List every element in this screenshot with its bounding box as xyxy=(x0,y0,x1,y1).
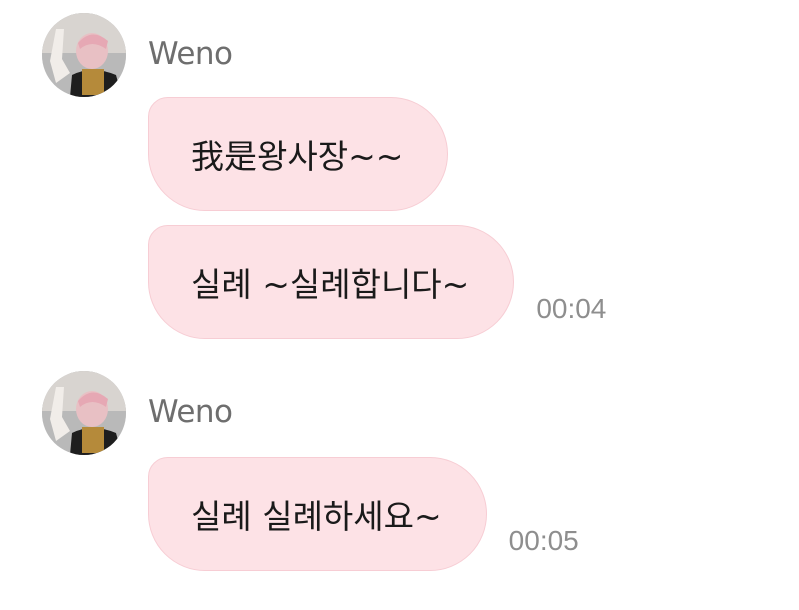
avatar[interactable] xyxy=(42,371,126,455)
sender-name: Weno xyxy=(148,394,233,430)
message-row: 실례 ~실례합니다~ 00:04 xyxy=(148,225,606,339)
sender-name: Weno xyxy=(148,36,233,72)
message-row: 我是왕사장~~ xyxy=(148,97,449,211)
message-bubble[interactable]: 실례 실례하세요~ xyxy=(148,457,487,571)
message-bubble[interactable]: 실례 ~실례합니다~ xyxy=(148,225,515,339)
message-timestamp: 00:04 xyxy=(536,293,607,324)
message-timestamp: 00:05 xyxy=(508,525,579,556)
message-row: 실례 실례하세요~ 00:05 xyxy=(148,457,579,571)
profile-photo-icon xyxy=(42,371,126,455)
message-bubble[interactable]: 我是왕사장~~ xyxy=(148,97,449,211)
avatar[interactable] xyxy=(42,13,126,97)
chat-view: Weno 我是왕사장~~ 실례 ~실례합니다~ 00:04 Weno 실례 실례… xyxy=(0,0,799,610)
profile-photo-icon xyxy=(42,13,126,97)
